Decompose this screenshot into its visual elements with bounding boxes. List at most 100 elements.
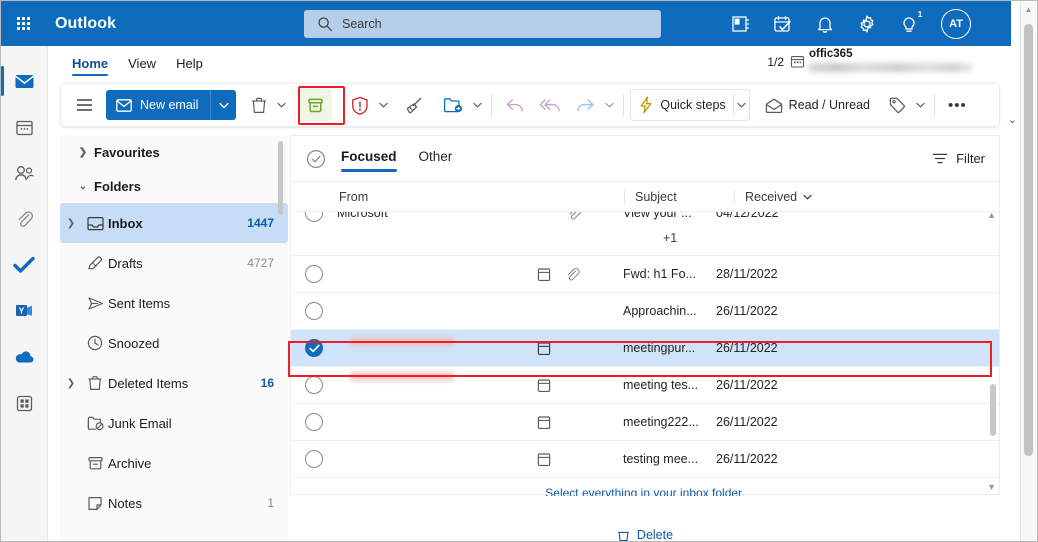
table-row[interactable]: testing mee... 26/11/2022 xyxy=(291,441,999,478)
lightning-bolt-icon xyxy=(640,96,652,114)
column-from[interactable]: From xyxy=(339,190,624,204)
delete-button[interactable] xyxy=(244,89,274,121)
folder-item-inbox[interactable]: ❯ Inbox 1447 xyxy=(60,203,288,243)
folder-pane-scrollbar[interactable] xyxy=(278,141,283,215)
folder-item-drafts[interactable]: Drafts 4727 xyxy=(60,243,288,283)
row-subject: meeting tes... xyxy=(623,378,699,392)
report-dropdown[interactable] xyxy=(376,89,391,121)
select-all-inbox-link[interactable]: Select everything in your inbox folder. xyxy=(290,486,1000,496)
tab-focused[interactable]: Focused xyxy=(341,149,397,172)
calendar-event-icon xyxy=(537,267,551,281)
row-select-checkbox[interactable] xyxy=(305,376,323,394)
folder-item-snoozed[interactable]: Snoozed xyxy=(60,323,288,363)
quick-steps-dropdown[interactable] xyxy=(732,92,749,118)
window-scrollbar[interactable]: ▲ xyxy=(1020,2,1036,541)
tips-badge: 1 xyxy=(914,8,926,21)
folder-item-deleted-items[interactable]: ❯ Deleted Items 16 xyxy=(60,363,288,403)
folder-item-sent-items[interactable]: Sent Items xyxy=(60,283,288,323)
calendar-event-icon xyxy=(537,415,551,429)
row-icons xyxy=(537,341,623,356)
tab-view[interactable]: View xyxy=(118,53,166,78)
message-list: Focused Other Filter From Subject Receiv… xyxy=(290,135,1000,495)
onedrive-cloud-icon xyxy=(15,351,34,363)
rail-item-files[interactable] xyxy=(1,196,48,242)
quick-steps-button[interactable]: Quick steps xyxy=(631,89,732,121)
rail-item-mail[interactable] xyxy=(1,58,48,104)
thread-more-row[interactable]: +1 xyxy=(291,220,999,256)
chevron-down-icon xyxy=(605,102,614,108)
move-to-dropdown[interactable] xyxy=(470,89,485,121)
account-info[interactable]: offic365 xyxy=(809,48,979,72)
avatar[interactable]: AT xyxy=(941,8,971,39)
archive-button[interactable] xyxy=(299,89,333,121)
folder-label: Deleted Items xyxy=(108,375,189,391)
rail-item-more-apps[interactable] xyxy=(1,380,48,426)
folder-pane: ❯ Favourites ⌄ Folders ❯ Inbox 1447 Draf… xyxy=(60,135,288,541)
table-row-selected[interactable]: meetingpur... 26/11/2022 xyxy=(291,330,999,367)
scroll-up-arrow[interactable]: ▲ xyxy=(1021,2,1036,14)
filter-button[interactable]: Filter xyxy=(932,151,985,166)
sweep-button[interactable] xyxy=(397,89,430,121)
tab-other[interactable]: Other xyxy=(419,149,453,169)
tags-dropdown[interactable] xyxy=(913,89,928,121)
tab-help[interactable]: Help xyxy=(166,53,213,78)
tags-button[interactable] xyxy=(881,89,913,121)
column-subject[interactable]: Subject xyxy=(624,189,734,204)
rail-item-people[interactable] xyxy=(1,150,48,196)
command-ribbon: New email Quick steps Read / Unread ••• xyxy=(60,83,1000,127)
table-row[interactable]: Fwd: h1 Fo... 28/11/2022 xyxy=(291,256,999,293)
rail-item-onedrive[interactable] xyxy=(1,334,48,380)
folder-item-archive[interactable]: Archive xyxy=(60,443,288,483)
tab-home[interactable]: Home xyxy=(62,53,118,78)
window-scrollbar-thumb[interactable] xyxy=(1024,24,1033,456)
folder-item-notes[interactable]: Notes 1 xyxy=(60,483,288,523)
filter-icon xyxy=(932,153,948,164)
row-subject: View your ... xyxy=(623,212,692,220)
column-received[interactable]: Received xyxy=(734,189,812,204)
rail-item-todo[interactable] xyxy=(1,242,48,288)
table-row[interactable]: Microsoft View your ... 04/12/2022 xyxy=(291,212,999,222)
ribbon-collapse-chevron[interactable]: ⌄ xyxy=(1008,113,1017,126)
folder-item-junk-email[interactable]: Junk Email xyxy=(60,403,288,443)
delete-action-bar[interactable]: Delete xyxy=(290,528,1000,541)
row-select-checkbox[interactable] xyxy=(305,302,323,320)
meeting-icon[interactable] xyxy=(773,14,793,34)
delete-dropdown[interactable] xyxy=(274,89,289,121)
settings-icon[interactable] xyxy=(857,14,877,34)
row-select-checkbox[interactable] xyxy=(305,413,323,431)
folder-group-favourites[interactable]: ❯ Favourites xyxy=(60,135,288,169)
row-select-checkbox[interactable] xyxy=(305,450,323,468)
forward-dropdown[interactable] xyxy=(602,89,617,121)
ribbon-divider xyxy=(491,94,493,116)
app-rail: Y xyxy=(1,46,48,541)
folder-group-folders[interactable]: ⌄ Folders xyxy=(60,169,288,203)
rail-item-calendar[interactable] xyxy=(1,104,48,150)
row-select-checkbox[interactable] xyxy=(305,265,323,283)
folder-count: 1 xyxy=(267,496,274,510)
more-commands-button[interactable]: ••• xyxy=(941,89,974,121)
new-email-dropdown[interactable] xyxy=(210,90,237,120)
row-select-checkbox[interactable] xyxy=(305,339,323,357)
select-all-icon[interactable] xyxy=(305,148,327,170)
new-email-button[interactable]: New email xyxy=(106,90,211,120)
chevron-down-icon: ⌄ xyxy=(78,180,88,192)
reply-button[interactable] xyxy=(498,89,532,121)
table-row[interactable]: Approachin... 26/11/2022 xyxy=(291,293,999,330)
onenote-icon[interactable] xyxy=(731,14,751,34)
rail-item-viva-engage[interactable]: Y xyxy=(1,288,48,334)
navigation-menu-button[interactable] xyxy=(69,89,100,121)
app-launcher-icon[interactable] xyxy=(1,1,45,46)
list-scrollbar-thumb[interactable] xyxy=(990,384,996,436)
search-input[interactable] xyxy=(304,10,661,38)
junk-icon xyxy=(82,415,108,431)
redaction-bar-bottom xyxy=(350,372,454,381)
read-unread-button[interactable]: Read / Unread xyxy=(758,89,877,121)
tips-icon[interactable]: 1 xyxy=(899,8,926,34)
list-scroll-up-arrow[interactable]: ▲ xyxy=(987,212,996,220)
forward-button[interactable] xyxy=(568,89,602,121)
move-to-button[interactable] xyxy=(436,89,470,121)
reply-all-button[interactable] xyxy=(532,89,568,121)
table-row[interactable]: meeting222... 26/11/2022 xyxy=(291,404,999,441)
notifications-icon[interactable] xyxy=(815,14,835,34)
report-button[interactable] xyxy=(344,89,376,121)
